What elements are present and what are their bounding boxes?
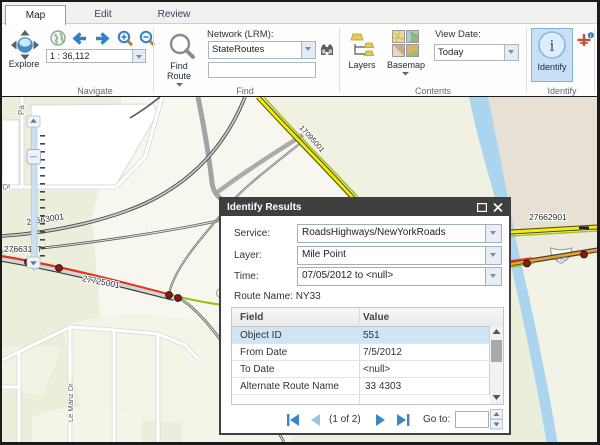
svg-text:i: i [550, 36, 555, 55]
svg-text:Le Manz Dr: Le Manz Dr [66, 383, 75, 422]
svg-text:490: 490 [555, 254, 568, 263]
svg-text:27662901: 27662901 [529, 212, 567, 222]
svg-text:Pa: Pa [17, 105, 26, 115]
